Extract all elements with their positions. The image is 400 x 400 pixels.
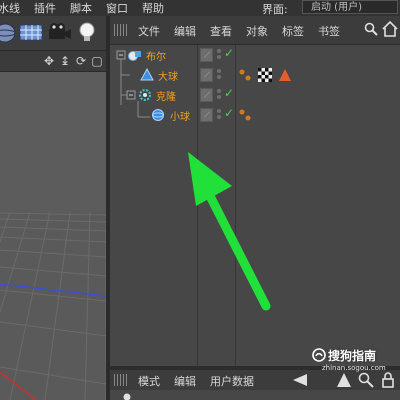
search-icon[interactable] (364, 22, 378, 36)
layout-select[interactable]: 启动 (用户) (302, 0, 398, 14)
attributes-body (110, 390, 400, 400)
3d-viewport[interactable] (0, 72, 106, 400)
viewport-header: ✥ ↨ ⟳ ▢ (0, 51, 108, 72)
attr-menu-userdata[interactable]: 用户数据 (210, 373, 254, 389)
dolly-view-icon[interactable]: ↨ (58, 54, 72, 68)
layer-box[interactable] (200, 48, 213, 62)
rotate-view-icon[interactable]: ⟳ (74, 54, 88, 68)
om-menu-bookmarks[interactable]: 书签 (318, 23, 340, 39)
om-menu-objects[interactable]: 对象 (246, 23, 268, 39)
object-row-small-sphere[interactable]: 小球 ✓ (110, 105, 400, 125)
om-menu-view[interactable]: 查看 (210, 23, 232, 39)
object-row-cloner[interactable]: 克隆 ✓ (110, 85, 400, 105)
panel-grip-icon[interactable] (114, 374, 128, 386)
panel-grip-icon[interactable] (114, 24, 128, 36)
move-view-icon[interactable]: ✥ (42, 54, 56, 68)
ground-grid (0, 72, 106, 400)
watermark: 搜狗指南 zhinan.sogou.com (310, 347, 400, 377)
triangle-tag-icon[interactable] (278, 68, 292, 82)
grid-tool-icon[interactable] (18, 20, 44, 44)
phong-tag-icon[interactable] (238, 108, 252, 122)
visibility-dots[interactable] (216, 47, 222, 63)
sphere-icon (140, 68, 154, 81)
viewport-toolbar (0, 16, 108, 51)
watermark-title: 搜狗指南 (328, 349, 377, 363)
sphere-icon (152, 109, 164, 121)
main-menubar: 水线 插件 脚本 窗口 帮助 界面: 启动 (用户) (0, 0, 400, 16)
visibility-dots[interactable] (216, 107, 222, 123)
visibility-dots[interactable] (216, 67, 222, 83)
enabled-check-icon[interactable]: ✓ (224, 106, 234, 120)
layer-box[interactable] (200, 88, 213, 102)
sogou-logo-icon (312, 348, 326, 362)
layer-box[interactable] (200, 68, 213, 82)
checker-material-icon[interactable] (258, 68, 272, 82)
cloner-icon (139, 89, 151, 101)
camera-tool-icon[interactable] (46, 20, 72, 44)
attr-menu-mode[interactable]: 模式 (138, 373, 160, 389)
enabled-check-icon[interactable]: ✓ (224, 46, 234, 60)
enabled-check-icon[interactable]: ✓ (224, 86, 234, 100)
back-arrow-icon[interactable] (292, 372, 308, 388)
object-list: 布尔 ✓ 大球 克隆 ✓ 小球 ✓ (110, 45, 400, 366)
object-name[interactable]: 布尔 (146, 48, 166, 63)
small-circle-icon (123, 393, 131, 400)
object-name[interactable]: 大球 (158, 68, 178, 83)
menu-help[interactable]: 帮助 (142, 0, 164, 16)
layout-label: 界面: (262, 3, 288, 16)
object-manager: 文件 编辑 查看 对象 标签 书签 布尔 ✓ 大球 克隆 ✓ 小球 ✓ (110, 16, 400, 366)
menu-plugins[interactable]: 插件 (34, 0, 56, 16)
object-name[interactable]: 克隆 (156, 88, 176, 103)
object-row-boolean[interactable]: 布尔 ✓ (110, 45, 400, 65)
cinema4d-window: 水线 插件 脚本 窗口 帮助 界面: 启动 (用户) ✥ ↨ ⟳ ▢ 文件 编辑… (0, 0, 400, 400)
maximize-view-icon[interactable]: ▢ (90, 54, 104, 68)
layer-box[interactable] (200, 108, 213, 122)
sphere-tool-icon[interactable] (0, 20, 18, 44)
object-manager-toolbar: 文件 编辑 查看 对象 标签 书签 (110, 16, 400, 45)
watermark-url: zhinan.sogou.com (322, 364, 386, 372)
object-row-big-sphere[interactable]: 大球 (110, 65, 400, 85)
visibility-dots[interactable] (216, 87, 222, 103)
menu-pipeline[interactable]: 水线 (0, 0, 20, 16)
om-menu-tags[interactable]: 标签 (282, 23, 304, 39)
attr-menu-edit[interactable]: 编辑 (174, 373, 196, 389)
phong-tag-icon[interactable] (238, 68, 252, 82)
boolean-icon (128, 51, 141, 61)
menu-window[interactable]: 窗口 (106, 0, 128, 16)
om-menu-file[interactable]: 文件 (138, 23, 160, 39)
home-icon[interactable] (382, 21, 398, 37)
light-tool-icon[interactable] (74, 20, 100, 44)
om-menu-edit[interactable]: 编辑 (174, 23, 196, 39)
object-name[interactable]: 小球 (170, 108, 190, 123)
menu-script[interactable]: 脚本 (70, 0, 92, 16)
